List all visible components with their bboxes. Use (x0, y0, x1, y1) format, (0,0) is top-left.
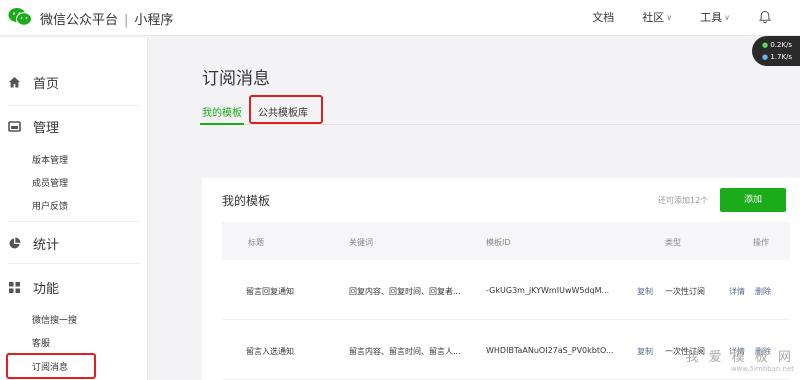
sidebar-item-home[interactable]: 首页 (8, 73, 59, 92)
row-type: 一次性订阅 (665, 287, 705, 296)
table-header: 标题 关键词 模板ID 类型 操作 (222, 222, 790, 260)
row-title: 留言入选通知 (246, 347, 294, 356)
column-header-type: 类型 (665, 238, 681, 247)
sidebar-item-customer-service[interactable]: 客服 (32, 336, 50, 349)
watermark: 我 爱 模 板 网 www.5imoban.net (685, 346, 794, 373)
top-bar: 微信公众平台 | 小程序 文档 社区 ∨ 工具 ∨ (0, 0, 800, 36)
nav-tools-label: 工具 (700, 11, 723, 24)
upload-speed: ● 0.2K/s (762, 41, 793, 49)
network-speed-widget: ● 0.2K/s ● 1.7K/s (752, 36, 800, 66)
manage-icon (8, 121, 21, 132)
home-icon (9, 77, 20, 88)
sidebar-item-wechat-search[interactable]: 微信搜一搜 (32, 313, 77, 326)
sidebar-divider (8, 221, 140, 222)
bell-icon[interactable] (758, 10, 772, 24)
watermark-url: www.5imoban.net (730, 365, 794, 373)
sidebar-item-features-label: 功能 (33, 282, 60, 297)
chevron-down-icon: ∨ (666, 12, 673, 22)
remaining-count: 还可添加12个 (658, 196, 709, 205)
wechat-logo-icon[interactable] (8, 6, 32, 28)
sidebar-item-member-management[interactable]: 成员管理 (32, 176, 68, 189)
sidebar-item-features[interactable]: 功能 (8, 278, 59, 297)
chart-pie-icon (9, 237, 21, 249)
highlight-box (249, 95, 323, 124)
copy-link[interactable]: 复制 (637, 346, 653, 357)
sidebar-item-statistics-label: 统计 (33, 238, 60, 253)
sidebar-item-user-feedback[interactable]: 用户反馈 (32, 199, 68, 212)
card-title: 我的模板 (222, 194, 271, 208)
page-title: 订阅消息 (202, 69, 270, 89)
brand-name: 微信公众平台 (40, 13, 119, 28)
column-header-keywords: 关键词 (349, 238, 373, 247)
download-speed: ● 1.7K/s (762, 53, 793, 61)
row-template-id: -GkUG3m_jKYWmIUwW5dqM... (486, 286, 610, 295)
upload-speed-value: 0.2 (770, 41, 782, 49)
sidebar-item-manage[interactable]: 管理 (8, 117, 59, 136)
watermark-title: 我 爱 模 板 网 (685, 350, 794, 365)
chevron-down-icon: ∨ (724, 12, 730, 22)
row-title: 留言回复通知 (246, 287, 294, 296)
brand-product: 小程序 (134, 13, 174, 28)
nav-community-label: 社区 (642, 11, 665, 24)
download-speed-unit: K/s (781, 53, 793, 61)
sidebar-item-statistics[interactable]: 统计 (8, 234, 59, 253)
grid-icon (9, 282, 20, 293)
sidebar-item-home-label: 首页 (33, 77, 60, 92)
column-header-template-id: 模板ID (486, 238, 511, 247)
highlight-box (6, 353, 96, 379)
upload-speed-unit: K/s (781, 41, 793, 49)
detail-link[interactable]: 详情 (729, 286, 745, 297)
row-template-id: WHDIBTaANuOI27aS_PV0kbtO... (486, 346, 614, 355)
brand-separator: | (124, 13, 129, 28)
sidebar-item-manage-label: 管理 (33, 121, 60, 136)
brand-title[interactable]: 微信公众平台 | 小程序 (40, 9, 173, 28)
active-tab-underline (200, 123, 244, 125)
nav-docs-label: 文档 (592, 11, 615, 24)
sidebar: 首页 管理 版本管理 成员管理 用户反馈 统计 功能 微信搜一搜 客服 订阅消息 (0, 37, 148, 380)
tabs-divider (200, 124, 800, 125)
sidebar-divider (8, 263, 140, 264)
column-header-actions: 操作 (753, 238, 769, 247)
sidebar-divider (8, 105, 140, 106)
tab-my-templates[interactable]: 我的模板 (202, 104, 242, 119)
nav-docs[interactable]: 文档 (592, 9, 614, 25)
sidebar-item-version-management[interactable]: 版本管理 (32, 153, 68, 166)
column-header-title: 标题 (248, 238, 264, 247)
download-speed-value: 1.7 (770, 53, 782, 61)
add-button[interactable]: 添加 (720, 188, 786, 212)
delete-link[interactable]: 删除 (755, 286, 771, 297)
copy-link[interactable]: 复制 (637, 286, 653, 297)
nav-tools[interactable]: 工具 ∨ (700, 9, 730, 25)
nav-community[interactable]: 社区 ∨ (642, 9, 672, 25)
top-nav: 文档 社区 ∨ 工具 ∨ (564, 9, 772, 25)
row-keywords: 留言内容、留言时间、留言人... (349, 347, 461, 356)
row-keywords: 回复内容、回复时间、回复者... (349, 287, 461, 296)
table-row: 留言回复通知 回复内容、回复时间、回复者... -GkUG3m_jKYWmIUw… (222, 262, 790, 320)
